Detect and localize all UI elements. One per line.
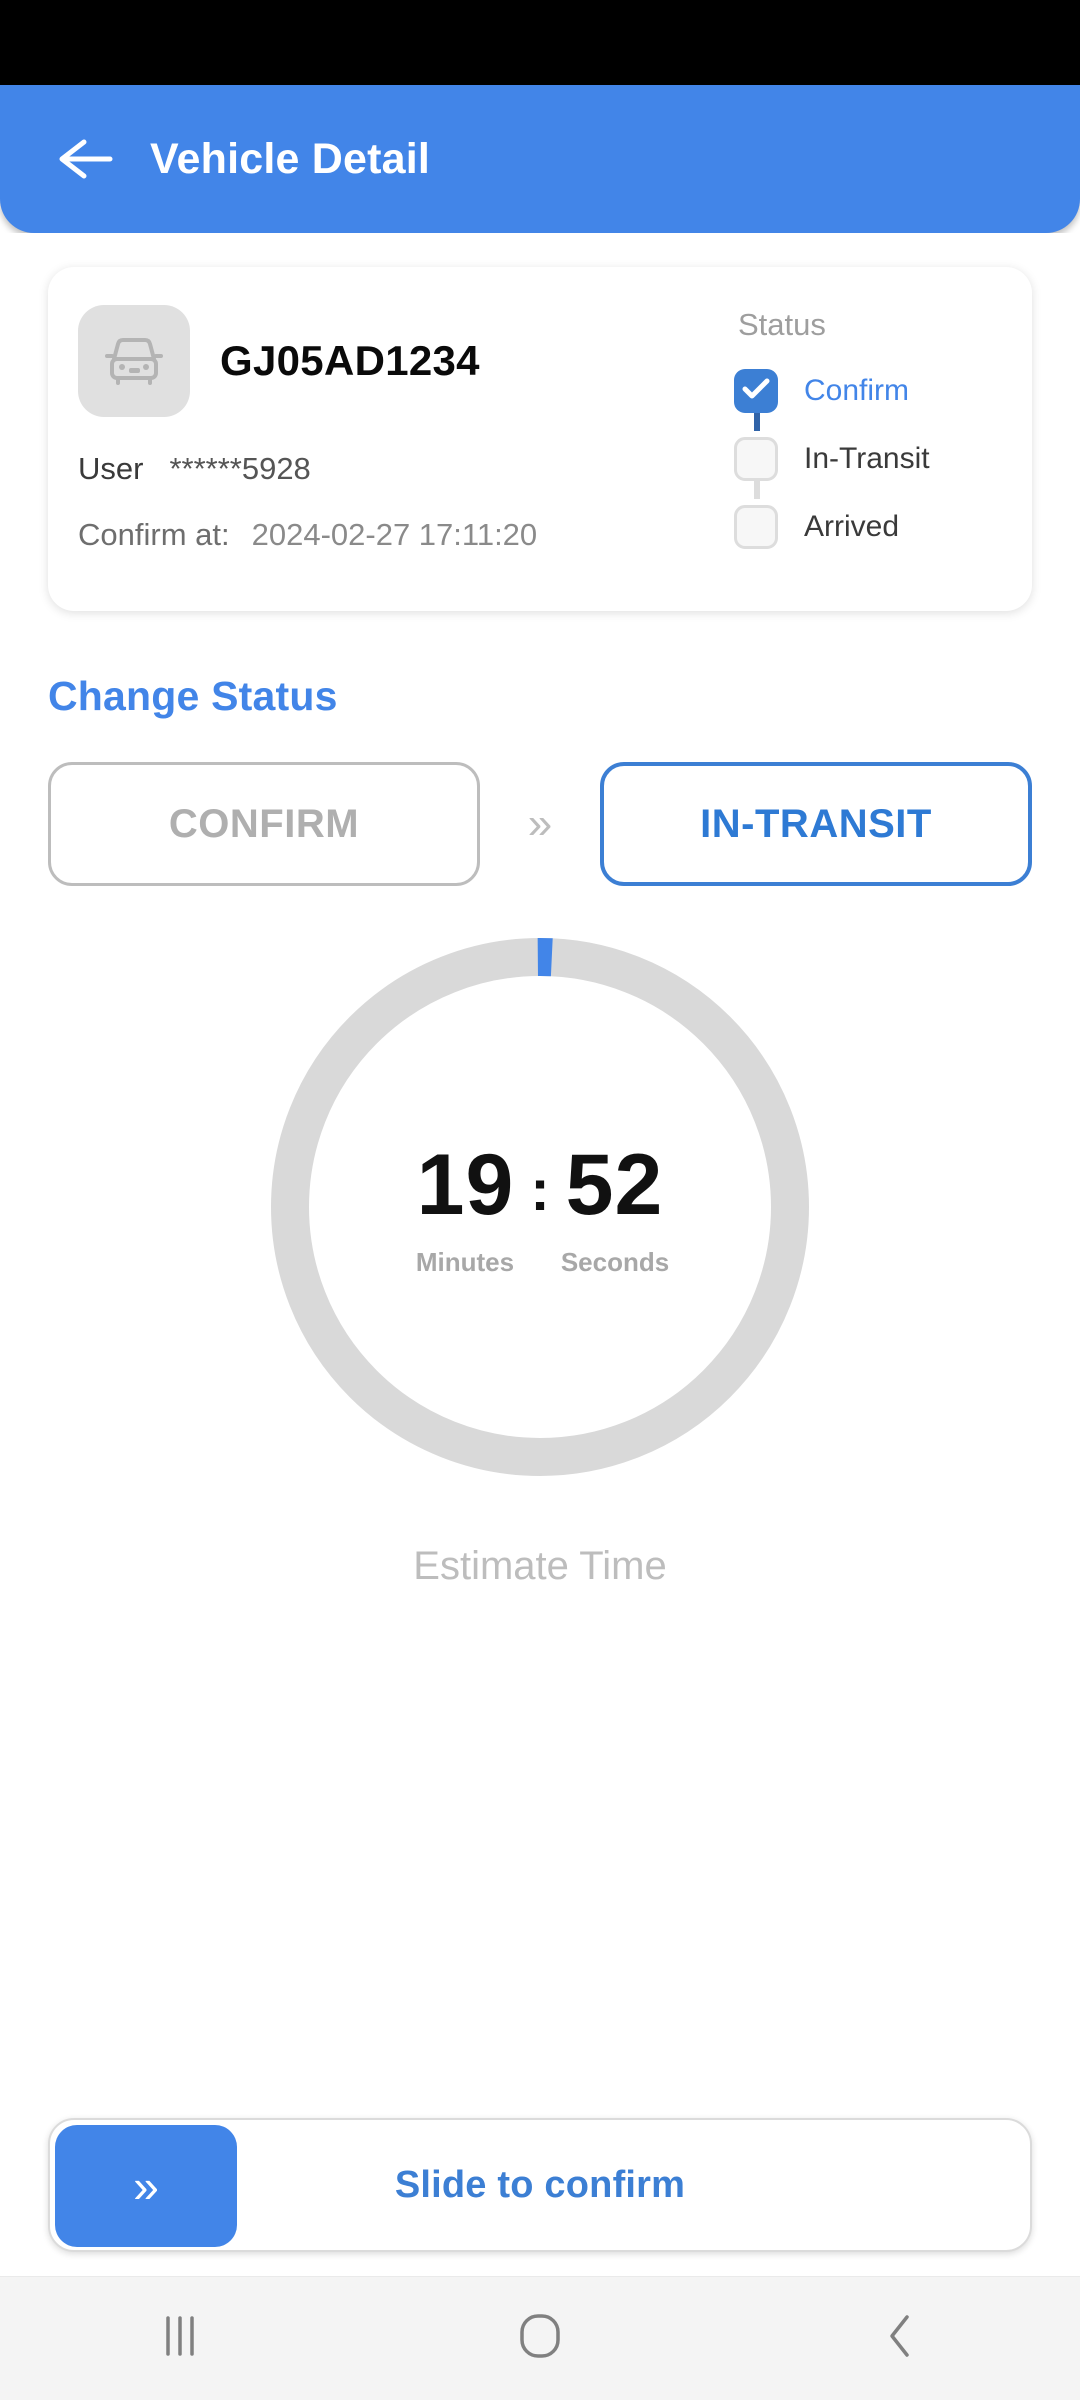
slide-to-confirm-area: » Slide to confirm: [48, 2118, 1032, 2252]
status-step-label-arrived: Arrived: [804, 510, 900, 543]
vehicle-plate-number: GJ05AD1234: [220, 337, 480, 384]
nav-back-button[interactable]: [810, 2277, 990, 2400]
status-step-label-in-transit: In-Transit: [804, 442, 930, 475]
android-status-bar: [0, 0, 1080, 85]
timer-minutes-value: 19: [416, 1137, 515, 1233]
status-step-in-transit[interactable]: In-Transit: [734, 425, 1002, 493]
checkbox-arrived[interactable]: [734, 505, 778, 549]
recents-icon: [163, 2314, 197, 2363]
checkbox-in-transit[interactable]: [734, 437, 778, 481]
estimate-time-caption: Estimate Time: [413, 1544, 667, 1588]
status-pill-from: CONFIRM: [48, 762, 480, 886]
countdown-timer: 19 : 52 Minutes Seconds Estimate Time: [48, 922, 1032, 1589]
double-chevron-right-icon: »: [133, 2160, 159, 2212]
nav-home-button[interactable]: [450, 2277, 630, 2400]
vehicle-detail-card: GJ05AD1234 User ******5928 Confirm at: 2…: [48, 267, 1032, 611]
double-chevron-right-icon: »: [527, 799, 553, 848]
confirm-at-value: 2024-02-27 17:11:20: [251, 517, 538, 552]
slide-to-confirm-label: Slide to confirm: [394, 2163, 686, 2206]
android-nav-bar: [0, 2276, 1080, 2400]
main-content: GJ05AD1234 User ******5928 Confirm at: 2…: [0, 233, 1080, 2276]
slide-to-confirm-track[interactable]: » Slide to confirm: [48, 2118, 1032, 2252]
slide-to-confirm-handle[interactable]: »: [55, 2125, 237, 2247]
timer-separator: :: [530, 1158, 550, 1223]
change-status-heading: Change Status: [48, 673, 338, 719]
status-step-list: Confirm In-Transit Arrived: [734, 357, 1002, 561]
arrow-left-icon: [58, 138, 114, 180]
status-step-label-confirm: Confirm: [804, 374, 910, 407]
phone-screen: Vehicle Detail GJ05AD1234 User ******592…: [0, 0, 1080, 2400]
status-pill-from-label: CONFIRM: [168, 801, 360, 846]
vehicle-info-section: GJ05AD1234 User ******5928 Confirm at: 2…: [78, 297, 734, 583]
progress-ring: 19 : 52 Minutes Seconds: [255, 922, 825, 1492]
check-icon: [742, 378, 770, 405]
user-value: ******5928: [169, 451, 311, 486]
user-row: User ******5928: [78, 451, 734, 487]
home-icon: [518, 2312, 562, 2365]
timer-center: 19 : 52 Minutes Seconds: [255, 922, 825, 1492]
change-status-row: CONFIRM » IN-TRANSIT: [48, 762, 1032, 886]
user-label: User: [78, 451, 144, 486]
status-pill-to-label: IN-TRANSIT: [700, 801, 932, 846]
back-chevron-icon: [885, 2312, 915, 2365]
confirm-at-row: Confirm at: 2024-02-27 17:11:20: [78, 517, 734, 553]
confirm-at-label: Confirm at:: [78, 517, 230, 552]
timer-minutes-label: Minutes: [415, 1247, 515, 1277]
car-icon: [101, 329, 167, 394]
status-pill-to[interactable]: IN-TRANSIT: [600, 762, 1032, 886]
page-title: Vehicle Detail: [150, 134, 431, 183]
status-stepper: Status Confirm In-Transit Arrived: [734, 297, 1002, 583]
timer-digits: 19 : 52: [417, 1136, 664, 1235]
timer-unit-labels: Minutes Seconds: [390, 1247, 690, 1278]
timer-seconds-value: 52: [565, 1137, 664, 1233]
status-step-confirm[interactable]: Confirm: [734, 357, 1002, 425]
vehicle-thumbnail: [78, 305, 190, 417]
status-title: Status: [738, 307, 826, 342]
checkbox-confirm[interactable]: [734, 369, 778, 413]
nav-recents-button[interactable]: [90, 2277, 270, 2400]
app-bar: Vehicle Detail: [0, 85, 1080, 233]
app-bar-container: Vehicle Detail: [0, 85, 1080, 233]
status-step-arrived[interactable]: Arrived: [734, 493, 1002, 561]
timer-seconds-label: Seconds: [560, 1247, 670, 1277]
back-button[interactable]: [48, 121, 124, 197]
vehicle-header-row: GJ05AD1234: [78, 305, 734, 417]
